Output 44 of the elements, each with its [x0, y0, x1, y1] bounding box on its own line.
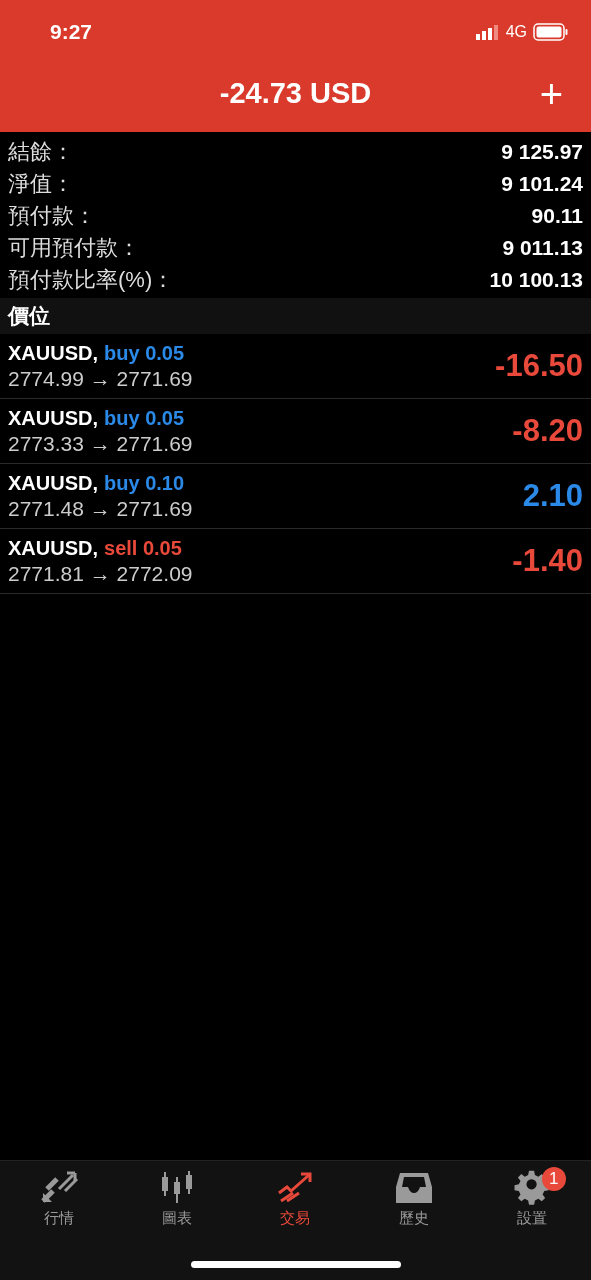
order-label: buy 0.10 [104, 471, 185, 495]
summary-value: 10 100.13 [489, 268, 583, 292]
summary-label: 淨值： [8, 170, 74, 198]
network-label: 4G [505, 23, 527, 41]
position-row[interactable]: XAUUSD, buy 0.10 2771.48 → 2771.69 2.10 [0, 464, 591, 529]
tab[interactable]: 設置 1 [481, 1169, 582, 1228]
section-header: 價位 [0, 298, 591, 334]
price-change: 2771.81 → 2772.09 [8, 561, 193, 586]
profit-value: -1.40 [512, 543, 583, 579]
position-row[interactable]: XAUUSD, buy 0.05 2774.99 → 2771.69 -16.50 [0, 334, 591, 399]
symbol-label: XAUUSD, [8, 471, 98, 495]
summary-value: 9 011.13 [502, 236, 583, 260]
tab[interactable]: 圖表 [127, 1169, 228, 1228]
status-time: 9:27 [50, 20, 93, 44]
position-row[interactable]: XAUUSD, buy 0.05 2773.33 → 2771.69 -8.20 [0, 399, 591, 464]
profit-value: -8.20 [512, 413, 583, 449]
add-button[interactable]: + [539, 74, 563, 114]
order-label: buy 0.05 [104, 341, 185, 365]
symbol-label: XAUUSD, [8, 406, 98, 430]
price-change: 2773.33 → 2771.69 [8, 431, 193, 456]
position-row[interactable]: XAUUSD, sell 0.05 2771.81 → 2772.09 -1.40 [0, 529, 591, 594]
symbol-label: XAUUSD, [8, 536, 98, 560]
tab[interactable]: 行情 [9, 1169, 110, 1228]
summary-label: 可用預付款： [8, 234, 140, 262]
summary-value: 90.11 [531, 204, 583, 228]
price-change: 2774.99 → 2771.69 [8, 366, 193, 391]
order-label: buy 0.05 [104, 406, 185, 430]
battery-icon [533, 23, 569, 41]
balance-title: -24.73 USD [219, 76, 372, 110]
profit-value: -16.50 [495, 348, 583, 384]
price-change: 2771.48 → 2771.69 [8, 496, 193, 521]
profit-value: 2.10 [522, 478, 583, 514]
summary-value: 9 101.24 [501, 172, 583, 196]
summary-label: 預付款： [8, 202, 96, 230]
summary-value: 9 125.97 [501, 140, 583, 164]
arrows-icon [39, 1169, 80, 1205]
signal-icon [475, 24, 500, 40]
tab[interactable]: 交易 [245, 1169, 346, 1228]
summary-label: 預付款比率(%)： [8, 266, 175, 294]
symbol-label: XAUUSD, [8, 341, 98, 365]
tab[interactable]: 歷史 [363, 1169, 464, 1228]
summary-label: 結餘： [8, 138, 74, 166]
notification-badge: 1 [541, 1167, 566, 1191]
order-label: sell 0.05 [104, 536, 182, 560]
